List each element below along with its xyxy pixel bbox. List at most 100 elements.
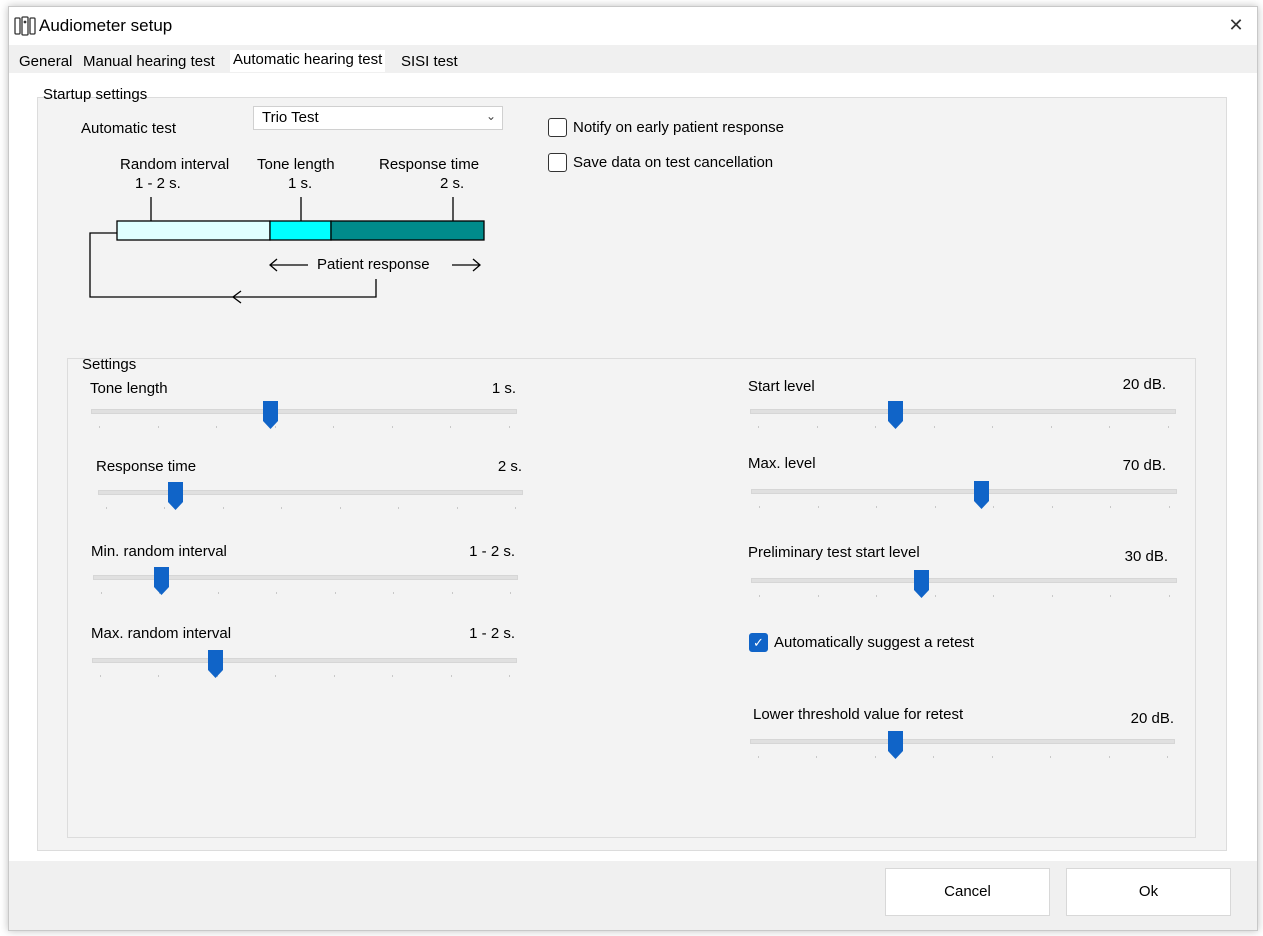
slider-tick (993, 506, 995, 508)
timing-diagram (89, 197, 485, 304)
diagram-random-interval-value: 1 - 2 s. (135, 175, 181, 192)
slider-tick (391, 426, 393, 428)
ok-button[interactable]: Ok (1066, 868, 1231, 916)
slider-tick (509, 426, 510, 428)
slider-tick (398, 507, 400, 509)
slider-tick (934, 506, 936, 508)
slider-tick (1169, 506, 1170, 508)
tone-length-segment (269, 220, 332, 241)
slider-tick (334, 592, 336, 594)
slider-ticks (750, 426, 1176, 430)
slider-thumb[interactable] (153, 566, 170, 596)
slider-tick (99, 426, 100, 428)
tab-manual-hearing-test[interactable]: Manual hearing test (83, 53, 215, 70)
max-random-interval-value: 1 - 2 s. (469, 625, 515, 642)
slider-tick (759, 595, 760, 597)
min-random-interval-value: 1 - 2 s. (469, 543, 515, 560)
slider-thumb[interactable] (167, 481, 184, 511)
slider-tick (275, 675, 277, 677)
tone-length-label: Tone length (90, 380, 168, 397)
slider-tick (933, 426, 935, 428)
checkmark-icon: ✓ (753, 635, 764, 650)
slider-ticks (750, 756, 1175, 760)
response-time-label: Response time (96, 458, 197, 475)
response-time-slider[interactable] (98, 482, 523, 527)
slider-track[interactable] (98, 490, 523, 495)
slider-track[interactable] (750, 409, 1176, 414)
diagram-response-time-label: Response time (379, 156, 480, 173)
max-random-interval-slider[interactable] (92, 650, 517, 695)
notify-early-response-checkbox[interactable] (548, 118, 567, 137)
preliminary-test-start-level-slider[interactable] (751, 570, 1177, 615)
slider-tick (101, 592, 102, 594)
slider-tick (100, 675, 101, 677)
preliminary-test-start-level-label: Preliminary test start level (748, 544, 920, 561)
slider-tick (1051, 506, 1053, 508)
preliminary-test-start-level-value: 30 dB. (1124, 548, 1168, 565)
slider-thumb[interactable] (207, 649, 224, 679)
slider-tick (281, 507, 283, 509)
tone-length-slider[interactable] (91, 401, 517, 446)
lower-threshold-retest-value: 20 dB. (1130, 710, 1174, 727)
tab-automatic-hearing-test[interactable]: Automatic hearing test (230, 50, 386, 72)
slider-thumb[interactable] (262, 400, 279, 430)
slider-tick (992, 426, 994, 428)
automatic-test-value: Trio Test (262, 109, 319, 126)
slider-track[interactable] (751, 489, 1177, 494)
slider-track[interactable] (751, 578, 1177, 583)
audiometer-app-icon (14, 16, 36, 36)
close-icon[interactable]: ✕ (1225, 14, 1247, 36)
min-random-interval-slider[interactable] (93, 567, 518, 612)
diagram-random-interval-label: Random interval (120, 156, 230, 173)
slider-tick (217, 592, 219, 594)
slider-tick (1110, 595, 1112, 597)
slider-track[interactable] (91, 409, 517, 414)
start-level-slider[interactable] (750, 401, 1176, 446)
max-random-interval-label: Max. random interval (91, 625, 232, 642)
slider-tick (456, 507, 458, 509)
tab-sisi-test[interactable]: SISI test (401, 53, 458, 70)
chevron-down-icon: ⌄ (485, 109, 496, 123)
slider-tick (817, 595, 819, 597)
slider-thumb[interactable] (973, 480, 990, 510)
start-level-value: 20 dB. (1122, 376, 1166, 393)
slider-ticks (92, 675, 517, 679)
slider-tick (106, 507, 107, 509)
slider-thumb[interactable] (913, 569, 930, 599)
max-level-value: 70 dB. (1122, 457, 1166, 474)
slider-tick (759, 506, 760, 508)
random-interval-segment (116, 220, 271, 241)
slider-tick (758, 426, 759, 428)
slider-tick (392, 675, 394, 677)
suggest-retest-checkbox[interactable]: ✓ (749, 633, 768, 652)
slider-tick (816, 426, 818, 428)
notify-early-response-label: Notify on early patient response (573, 119, 784, 136)
slider-tick (874, 756, 876, 758)
response-time-segment (330, 220, 485, 241)
tab-general[interactable]: General (19, 53, 72, 70)
slider-thumb[interactable] (887, 400, 904, 430)
slider-ticks (751, 595, 1177, 599)
slider-tick (1168, 426, 1169, 428)
max-level-slider[interactable] (751, 481, 1177, 526)
startup-settings-label: Startup settings (43, 86, 148, 103)
slider-thumb[interactable] (887, 730, 904, 760)
diagram-tone-length-label: Tone length (257, 156, 335, 173)
lower-threshold-retest-slider[interactable] (750, 731, 1175, 776)
save-on-cancel-checkbox[interactable] (548, 153, 567, 172)
slider-track[interactable] (92, 658, 517, 663)
slider-tick (216, 426, 218, 428)
slider-tick (515, 507, 516, 509)
slider-tick (333, 426, 335, 428)
slider-tick (933, 756, 935, 758)
cancel-button[interactable]: Cancel (885, 868, 1050, 916)
automatic-test-select[interactable]: Trio Test ⌄ (253, 106, 503, 130)
min-random-interval-label: Min. random interval (91, 543, 227, 560)
slider-tick (876, 595, 878, 597)
slider-track[interactable] (750, 739, 1175, 744)
slider-tick (991, 756, 993, 758)
slider-tick (510, 592, 511, 594)
window-title: Audiometer setup (39, 16, 173, 35)
response-time-value: 2 s. (497, 458, 522, 475)
slider-tick (393, 592, 395, 594)
